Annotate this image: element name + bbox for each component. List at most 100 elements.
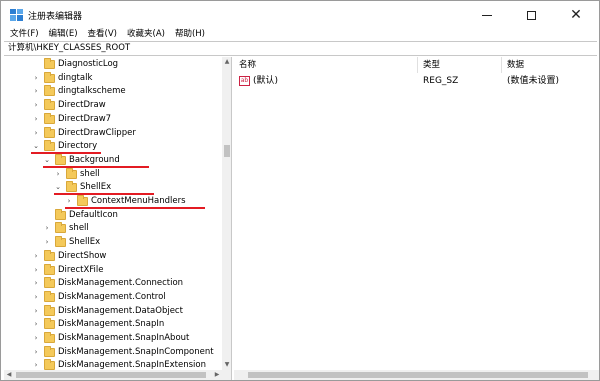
tree-item[interactable]: › shell: [4, 167, 220, 181]
collapsed-chevron-icon[interactable]: [42, 209, 52, 222]
tree-item[interactable]: › shell: [4, 222, 220, 235]
tree-item[interactable]: › DiskManagement.DataObject: [4, 304, 220, 318]
address-bar[interactable]: 计算机\HKEY_CLASSES_ROOT: [4, 41, 597, 56]
collapsed-chevron-icon[interactable]: ›: [31, 277, 41, 290]
tree-hscroll-thumb[interactable]: [16, 372, 206, 378]
folder-icon: [44, 126, 55, 138]
collapsed-chevron-icon[interactable]: ›: [42, 222, 52, 235]
folder-icon: [66, 181, 77, 193]
folder-icon: [55, 208, 66, 220]
collapsed-chevron-icon[interactable]: ›: [31, 113, 41, 126]
close-icon: ✕: [570, 7, 582, 23]
folder-icon: [44, 263, 55, 275]
registry-editor-window: 注册表编辑器 ✕ 文件(F) 编辑(E) 查看(V) 收藏夹(A) 帮助(H) …: [0, 0, 600, 381]
folder-icon: [55, 236, 66, 248]
folder-icon: [44, 249, 55, 261]
folder-icon: [44, 318, 55, 330]
collapsed-chevron-icon[interactable]: ›: [31, 264, 41, 277]
tree-item[interactable]: › DirectShow: [4, 249, 220, 263]
tree-item-label: shell: [80, 168, 100, 179]
tree-vertical-scrollbar[interactable]: ▲ ▼: [222, 57, 231, 370]
folder-icon: [44, 99, 55, 111]
scroll-up-icon[interactable]: ▲: [222, 57, 231, 67]
tree-item-label: DirectXFile: [58, 264, 104, 275]
tree-item[interactable]: DiagnosticLog: [4, 58, 220, 71]
folder-icon: [44, 277, 55, 289]
key-tree-pane: ▲ ▼ ◀ ▶ DiagnosticLog › dingtalk › dingtalks…: [4, 57, 232, 380]
tree-item[interactable]: › DiskManagement.SnapInComponent: [4, 345, 220, 359]
collapsed-chevron-icon[interactable]: ›: [31, 346, 41, 359]
tree-item[interactable]: › DirectDraw7: [4, 112, 220, 126]
values-horizontal-scrollbar[interactable]: [234, 370, 599, 380]
tree-item-label: DiskManagement.SnapInAbout: [58, 333, 190, 343]
tree-item[interactable]: › DiskManagement.SnapInAbout: [4, 332, 220, 345]
tree-item[interactable]: › DirectXFile: [4, 263, 220, 277]
tree-item-label: DirectDrawClipper: [58, 127, 136, 138]
collapsed-chevron-icon[interactable]: [31, 58, 41, 71]
tree-item-label: ShellEx: [69, 237, 101, 248]
column-header-data[interactable]: 数据: [502, 57, 599, 73]
tree-item-label: shell: [69, 223, 89, 234]
window-title: 注册表编辑器: [28, 12, 83, 22]
folder-icon: [44, 140, 55, 152]
scroll-down-icon[interactable]: ▼: [222, 360, 231, 370]
collapsed-chevron-icon[interactable]: ›: [31, 127, 41, 140]
collapsed-chevron-icon[interactable]: ›: [31, 291, 41, 304]
collapsed-chevron-icon[interactable]: ›: [31, 332, 41, 345]
value-type: REG_SZ: [423, 76, 459, 86]
folder-icon: [44, 58, 55, 69]
tree-item[interactable]: › dingtalk: [4, 71, 220, 85]
column-header-name[interactable]: 名称: [234, 57, 418, 73]
tree-scroll-thumb[interactable]: [224, 145, 230, 157]
collapsed-chevron-icon[interactable]: ›: [53, 168, 63, 181]
tree-item-label: DirectDraw7: [58, 113, 112, 124]
tree-item-label: DefaultIcon: [69, 209, 118, 220]
menu-file[interactable]: 文件(F): [10, 27, 39, 39]
folder-icon: [77, 195, 88, 206]
value-data: (数值未设置): [507, 76, 560, 86]
menu-view[interactable]: 查看(V): [88, 27, 117, 39]
tree-item-label: DiskManagement.SnapInComponent: [58, 346, 214, 357]
tree-item[interactable]: › DirectDraw: [4, 99, 220, 112]
menu-help[interactable]: 帮助(H): [175, 27, 205, 39]
menu-bar: 文件(F) 编辑(E) 查看(V) 收藏夹(A) 帮助(H): [1, 25, 599, 41]
folder-icon: [55, 222, 66, 234]
regedit-icon: [10, 9, 23, 21]
tree-item-label: DiskManagement.Connection: [58, 278, 184, 289]
tree-item[interactable]: DefaultIcon: [4, 208, 220, 222]
maximize-icon: [526, 10, 536, 20]
tree-item-label: DirectDraw: [58, 100, 106, 111]
collapsed-chevron-icon[interactable]: ›: [31, 318, 41, 331]
folder-icon: [44, 112, 55, 124]
collapsed-chevron-icon[interactable]: ›: [31, 99, 41, 112]
tree-item-label: dingtalk: [58, 72, 93, 83]
collapsed-chevron-icon[interactable]: ›: [31, 359, 41, 372]
string-value-icon: ab: [239, 76, 250, 86]
tree-item[interactable]: › DiskManagement.SnapIn: [4, 318, 220, 331]
value-name: (默认): [253, 76, 279, 86]
tree-item[interactable]: › DiskManagement.Control: [4, 290, 220, 304]
tree-item-label: DiskManagement.DataObject: [58, 305, 183, 316]
tree-item[interactable]: › DiskManagement.SnapInExtension: [4, 359, 220, 372]
collapsed-chevron-icon[interactable]: ›: [31, 72, 41, 85]
tree-item[interactable]: › DiskManagement.Connection: [4, 277, 220, 290]
values-hscroll-thumb[interactable]: [248, 372, 588, 378]
tree-item[interactable]: › DirectDrawClipper: [4, 126, 220, 140]
column-header-type[interactable]: 类型: [418, 57, 502, 73]
tree-item[interactable]: › dingtalkscheme: [4, 85, 220, 98]
value-row[interactable]: ab (默认) REG_SZ (数值未设置): [234, 74, 599, 88]
menu-edit[interactable]: 编辑(E): [49, 27, 78, 39]
collapsed-chevron-icon[interactable]: ›: [31, 305, 41, 318]
folder-icon: [44, 304, 55, 316]
tree-item[interactable]: › ShellEx: [4, 236, 220, 249]
menu-favorites[interactable]: 收藏夹(A): [127, 27, 165, 39]
folder-icon: [66, 167, 77, 179]
tree-item-label: DiagnosticLog: [58, 59, 119, 69]
minimize-icon: [482, 14, 492, 16]
collapsed-chevron-icon[interactable]: ›: [31, 250, 41, 263]
collapsed-chevron-icon[interactable]: ›: [31, 85, 41, 98]
tree-item-label: dingtalkscheme: [58, 86, 126, 97]
folder-icon: [44, 359, 55, 371]
folder-icon: [44, 85, 55, 97]
collapsed-chevron-icon[interactable]: ›: [42, 236, 52, 249]
